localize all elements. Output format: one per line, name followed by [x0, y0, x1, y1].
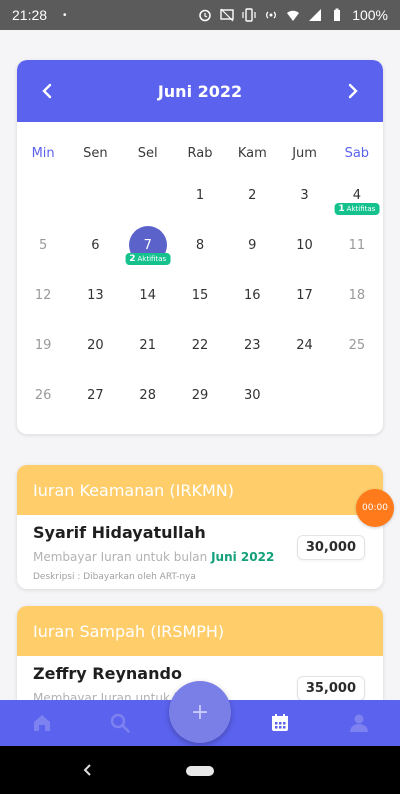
payment-card[interactable]: Iuran Keamanan (IRKMN) Syarif Hidayatull… [17, 465, 383, 589]
calendar-day-empty [17, 170, 69, 220]
calendar-day[interactable]: 13 [69, 270, 121, 320]
status-icons: 100% [198, 7, 388, 23]
calendar-day[interactable]: 3 [278, 170, 330, 220]
home-pill[interactable] [186, 766, 214, 776]
hotspot-icon [266, 11, 277, 19]
payment-card-body: Syarif Hidayatullah Membayar Iuran untuk… [17, 515, 383, 582]
calendar-day-empty [331, 370, 383, 420]
add-button[interactable]: + [169, 681, 231, 743]
calendar-day[interactable]: 14 [122, 270, 174, 320]
timer-bubble[interactable]: 00:00 [356, 489, 394, 527]
calendar-day[interactable]: 8 [174, 220, 226, 270]
calendar-day[interactable]: 24 [278, 320, 330, 370]
chevron-right-icon[interactable] [343, 82, 361, 100]
calendar-day[interactable]: 18 [331, 270, 383, 320]
calendar-day-selected[interactable]: 7 2 Aktifitas [122, 220, 174, 270]
vibrate-icon [242, 8, 256, 22]
chevron-left-icon[interactable] [39, 82, 57, 100]
calendar-grid: 1 2 3 4 1 Aktifitas 5 6 7 2 Aktifitas 8 9 … [17, 170, 383, 420]
search-icon[interactable] [109, 712, 131, 734]
status-time: 21:28 [12, 7, 48, 23]
weekday-row: Min Sen Sel Rab Kam Jum Sab [17, 146, 383, 161]
calendar-day[interactable]: 25 [331, 320, 383, 370]
calendar-day[interactable]: 9 [226, 220, 278, 270]
payment-card-header: Iuran Sampah (IRSMPH) [17, 606, 383, 656]
weekday-label: Min [31, 146, 55, 161]
calendar-day-empty [69, 170, 121, 220]
calendar-day[interactable]: 1 [174, 170, 226, 220]
wifi-icon [287, 10, 300, 21]
calendar-header: Juni 2022 [17, 60, 383, 122]
battery-icon [334, 8, 341, 21]
calendar-day[interactable]: 29 [174, 370, 226, 420]
calendar-day[interactable]: 2 [226, 170, 278, 220]
status-dot: • [63, 9, 67, 21]
calendar-icon[interactable] [269, 712, 291, 734]
weekday-label: Sab [344, 146, 370, 161]
alarm-icon [199, 9, 211, 22]
calendar-day[interactable]: 16 [226, 270, 278, 320]
battery-percent: 100% [352, 7, 388, 23]
calendar-day[interactable]: 15 [174, 270, 226, 320]
calendar-day[interactable]: 21 [122, 320, 174, 370]
calendar-day-empty [122, 170, 174, 220]
calendar-day-empty [278, 370, 330, 420]
calendar-month-title: Juni 2022 [157, 81, 243, 101]
activity-label: Aktifitas [346, 205, 376, 213]
calendar-day[interactable]: 23 [226, 320, 278, 370]
payment-amount: 35,000 [296, 676, 365, 701]
payment-category-title: Iuran Sampah (IRSMPH) [33, 621, 225, 641]
status-bar: 21:28 • 100% [0, 0, 400, 30]
calendar-card: Juni 2022 Min Sen Sel Rab Kam Jum Sab 1 … [17, 60, 383, 434]
calendar-day[interactable]: 5 [17, 220, 69, 270]
activity-count: 2 [129, 254, 136, 264]
calendar-day[interactable]: 4 1 Aktifitas [331, 170, 383, 220]
payment-note: Deskripsi : Dibayarkan oleh ART-nya [33, 572, 196, 582]
profile-icon[interactable] [348, 712, 370, 734]
calendar-day[interactable]: 22 [174, 320, 226, 370]
weekday-label: Kam [237, 146, 267, 161]
add-icon: + [190, 699, 210, 725]
calendar-day[interactable]: 30 [226, 370, 278, 420]
calendar-day[interactable]: 19 [17, 320, 69, 370]
calendar-day[interactable]: 6 [69, 220, 121, 270]
calendar-day[interactable]: 26 [17, 370, 69, 420]
cast-off-icon [220, 8, 234, 22]
calendar-day[interactable]: 10 [278, 220, 330, 270]
payment-amount: 30,000 [296, 535, 365, 560]
calendar-day[interactable]: 28 [122, 370, 174, 420]
weekday-label: Jum [292, 146, 317, 161]
weekday-label: Sel [137, 146, 158, 161]
activity-label: Aktifitas [137, 255, 167, 263]
home-icon[interactable] [31, 712, 53, 734]
calendar-day[interactable]: 27 [69, 370, 121, 420]
activity-badge: 2 Aktifitas [125, 253, 171, 265]
activity-count: 1 [338, 204, 345, 214]
payment-card-header: Iuran Keamanan (IRKMN) [17, 465, 383, 515]
payment-category-title: Iuran Keamanan (IRKMN) [33, 480, 234, 500]
weekday-label: Rab [187, 146, 213, 161]
activity-badge: 1 Aktifitas [334, 203, 380, 215]
calendar-day[interactable]: 20 [69, 320, 121, 370]
signal-icon [309, 9, 322, 21]
back-icon[interactable] [80, 762, 96, 778]
payment-month: Juni 2022 [211, 550, 275, 564]
calendar-day[interactable]: 17 [278, 270, 330, 320]
calendar-day[interactable]: 12 [17, 270, 69, 320]
calendar-day[interactable]: 11 [331, 220, 383, 270]
weekday-label: Sen [83, 146, 108, 161]
